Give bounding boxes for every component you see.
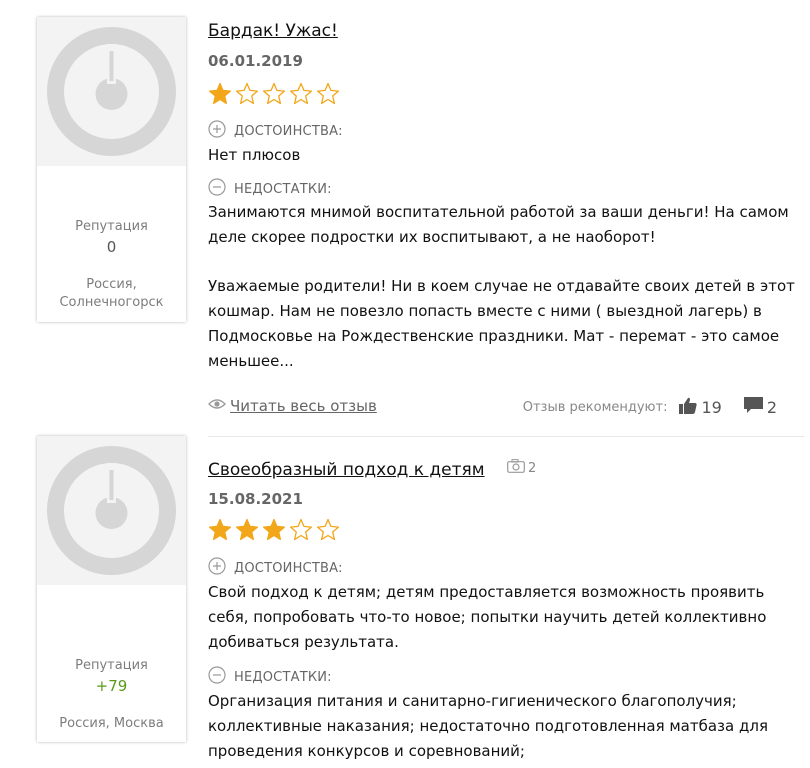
cons-header: НЕДОСТАТКИ: [208, 178, 332, 200]
star-filled-icon [208, 518, 232, 541]
star-empty-icon [289, 82, 313, 105]
default-avatar-icon [47, 446, 176, 575]
rating-stars [208, 82, 340, 105]
star-empty-icon [289, 518, 313, 541]
recommend-block: Отзыв рекомендуют: 19 2 [523, 397, 777, 418]
read-more-label[interactable]: Читать весь отзыв [230, 397, 377, 415]
likes-count: 19 [701, 398, 722, 417]
star-empty-icon [316, 518, 340, 541]
reputation-label: Репутация [75, 658, 148, 673]
author-location: Россия, Солнечногорск [59, 277, 164, 310]
thumbs-up-icon[interactable] [679, 397, 698, 418]
recommend-label: Отзыв рекомендуют: [522, 400, 668, 415]
pros-text: Нет плюсов [208, 146, 301, 164]
star-empty-icon [235, 82, 259, 105]
pros-label: ДОСТОИНСТВА: [234, 123, 343, 139]
cons-header: НЕДОСТАТКИ: [208, 666, 332, 688]
reputation-value: +79 [95, 677, 128, 695]
cons-text: Занимаются мнимой воспитательной работой… [208, 203, 789, 246]
minus-circle-icon [208, 666, 226, 688]
review-body: Уважаемые родители! Ни в коем случае не … [208, 277, 795, 370]
pros-text: Свой подход к детям; детям предоставляет… [208, 583, 767, 651]
author-avatar[interactable] [37, 17, 186, 166]
eye-icon [208, 397, 226, 415]
review-title[interactable]: Бардак! Ужас! [208, 21, 338, 41]
author-avatar[interactable] [37, 436, 186, 585]
review-date: 15.08.2021 [208, 490, 303, 508]
review-date: 06.01.2019 [208, 52, 303, 70]
star-empty-icon [262, 82, 286, 105]
photo-count-value: 2 [528, 460, 537, 476]
pros-header: ДОСТОИНСТВА: [208, 120, 343, 142]
read-more-link[interactable]: Читать весь отзыв [208, 397, 377, 415]
rating-stars [208, 518, 340, 541]
reputation-value: 0 [106, 238, 117, 256]
cons-text: Организация питания и санитарно-гигиенич… [208, 692, 768, 760]
review-title[interactable]: Своеобразный подход к детям [208, 460, 485, 480]
default-avatar-icon [47, 27, 176, 156]
comment-icon[interactable] [743, 397, 763, 418]
author-location: Россия, Москва [59, 716, 164, 731]
plus-circle-icon [208, 557, 226, 579]
pros-label: ДОСТОИНСТВА: [234, 560, 343, 576]
minus-circle-icon [208, 178, 226, 200]
star-filled-icon [235, 518, 259, 541]
author-card: Репутация +79 Россия, Москва [37, 436, 186, 742]
photo-count[interactable]: 2 [507, 459, 536, 477]
cons-label: НЕДОСТАТКИ: [234, 181, 332, 197]
camera-icon [507, 459, 525, 477]
plus-circle-icon [208, 120, 226, 142]
author-card: Репутация 0 Россия, Солнечногорск [37, 17, 186, 322]
pros-header: ДОСТОИНСТВА: [208, 557, 343, 579]
star-filled-icon [262, 518, 286, 541]
cons-label: НЕДОСТАТКИ: [234, 669, 332, 685]
review-divider [208, 436, 804, 437]
star-empty-icon [316, 82, 340, 105]
comments-count: 2 [766, 398, 777, 417]
reputation-label: Репутация [75, 219, 148, 234]
star-filled-icon [208, 82, 232, 105]
